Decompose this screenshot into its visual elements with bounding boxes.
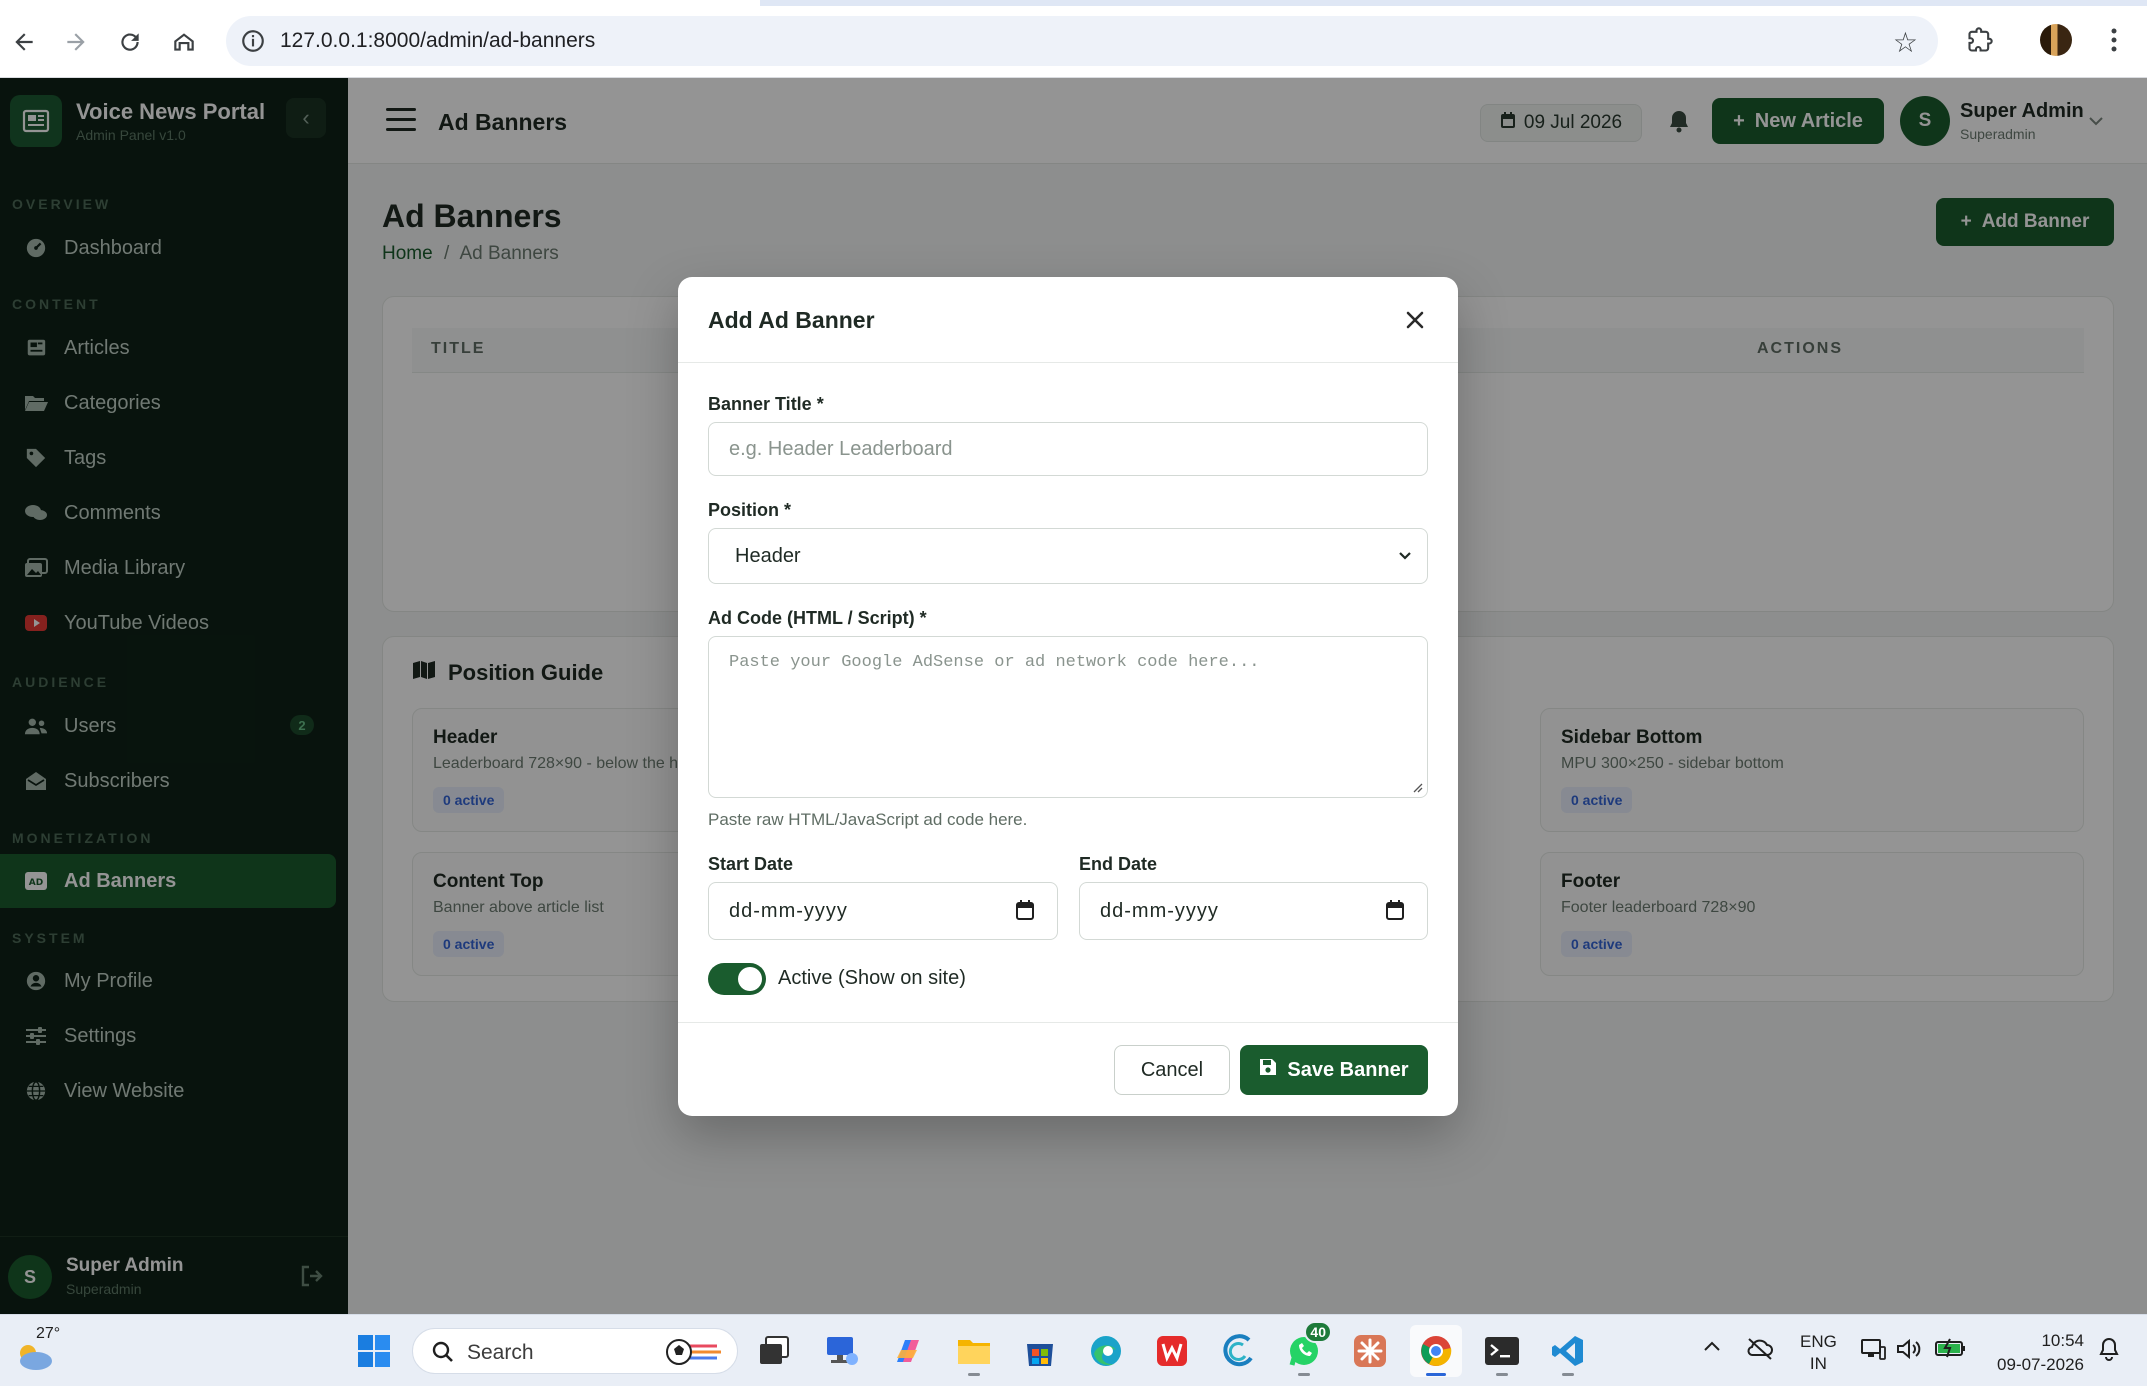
terminal-icon[interactable] (1476, 1325, 1528, 1377)
temperature: 27° (36, 1325, 61, 1342)
save-banner-button[interactable]: Save Banner (1240, 1045, 1428, 1095)
notification-badge: 40 (1304, 1321, 1332, 1343)
end-date-label: End Date (1079, 854, 1158, 874)
cloud-off-icon[interactable] (1746, 1337, 1774, 1366)
chevron-down-icon (1397, 545, 1413, 572)
close-icon[interactable] (1398, 303, 1432, 337)
volume-icon[interactable] (1896, 1337, 1922, 1366)
language-indicator[interactable]: ENG IN (1800, 1331, 1837, 1375)
chevron-up-icon[interactable] (1702, 1337, 1722, 1362)
end-date-placeholder: dd-mm-yyyy (1100, 900, 1219, 922)
position-select[interactable]: Header (708, 528, 1428, 584)
reload-icon[interactable] (110, 22, 150, 62)
cancel-button[interactable]: Cancel (1114, 1045, 1230, 1095)
search-icon (432, 1341, 453, 1362)
start-date-placeholder: dd-mm-yyyy (729, 900, 848, 922)
microsoft-store-icon[interactable] (1014, 1325, 1066, 1377)
chrome-icon[interactable] (1410, 1325, 1462, 1377)
battery-icon[interactable] (1934, 1337, 1968, 1364)
copilot-icon[interactable] (882, 1325, 934, 1377)
weather-widget[interactable]: 27° (14, 1323, 74, 1379)
modal-header: Add Ad Banner (678, 277, 1458, 363)
edge-browser-icon[interactable] (1080, 1325, 1132, 1377)
clock-date: 09-07-2026 (1997, 1355, 2084, 1374)
forward-icon[interactable] (56, 22, 96, 62)
back-icon[interactable] (4, 22, 44, 62)
cursor-wave-icon[interactable] (1212, 1325, 1264, 1377)
active-toggle-label[interactable]: Active (Show on site) (778, 967, 966, 990)
task-view-icon[interactable] (748, 1325, 800, 1377)
url-text[interactable]: 127.0.0.1:8000/admin/ad-banners (280, 29, 595, 53)
taskbar: 27° Search 40 ENG IN 10:54 09-07-2026 (0, 1314, 2147, 1386)
profile-avatar[interactable] (2036, 20, 2076, 60)
file-explorer-icon[interactable] (948, 1325, 1000, 1377)
active-toggle[interactable] (708, 963, 766, 995)
cloud-icon (20, 1345, 52, 1370)
banner-title-label: Banner Title * (708, 394, 824, 414)
tab-strip (0, 0, 2147, 6)
position-label: Position * (708, 500, 792, 520)
address-bar[interactable]: 127.0.0.1:8000/admin/ad-banners ☆ (226, 16, 1938, 66)
ad-code-label: Ad Code (HTML / Script) * (708, 608, 927, 628)
modal-footer-divider (678, 1022, 1458, 1023)
site-info-icon[interactable] (240, 28, 266, 54)
remote-desktop-icon[interactable] (816, 1325, 868, 1377)
wps-office-icon[interactable] (1146, 1325, 1198, 1377)
whatsapp-icon[interactable]: 40 (1278, 1321, 1332, 1377)
taskbar-search[interactable]: Search (412, 1328, 738, 1374)
ad-code-field[interactable] (708, 636, 1428, 798)
calendar-icon[interactable] (1385, 899, 1405, 926)
active-tab[interactable] (0, 0, 760, 6)
banner-title-field[interactable] (708, 422, 1428, 476)
end-date-input[interactable]: dd-mm-yyyy (1079, 882, 1428, 940)
claude-icon[interactable] (1344, 1325, 1396, 1377)
bookmark-star-icon[interactable]: ☆ (1893, 26, 1918, 59)
ad-code-textarea[interactable] (709, 637, 1427, 797)
system-clock[interactable]: 10:54 09-07-2026 (1997, 1329, 2084, 1377)
notification-bell-icon[interactable] (2098, 1337, 2120, 1366)
menu-kebab-icon[interactable] (2094, 20, 2134, 60)
vscode-icon[interactable] (1542, 1325, 1594, 1377)
position-selected-value: Header (735, 545, 801, 567)
floppy-disk-icon (1259, 1058, 1277, 1082)
home-icon[interactable] (164, 22, 204, 62)
extensions-icon[interactable] (1960, 20, 2000, 60)
search-label: Search (467, 1341, 534, 1364)
soccer-ball-icon (666, 1339, 721, 1365)
network-icon[interactable] (1860, 1337, 1886, 1366)
browser-toolbar: 127.0.0.1:8000/admin/ad-banners ☆ (0, 0, 2147, 78)
banner-title-input[interactable] (709, 423, 1427, 475)
add-banner-modal: Add Ad Banner Banner Title * Position * … (678, 277, 1458, 1116)
start-date-label: Start Date (708, 854, 794, 874)
start-date-input[interactable]: dd-mm-yyyy (708, 882, 1058, 940)
clock-time: 10:54 (2041, 1331, 2084, 1350)
windows-start-icon[interactable] (348, 1325, 400, 1377)
modal-title: Add Ad Banner (708, 307, 875, 333)
calendar-icon[interactable] (1015, 899, 1035, 926)
resize-handle-icon[interactable] (1411, 781, 1423, 793)
ad-code-hint: Paste raw HTML/JavaScript ad code here. (708, 810, 1028, 829)
